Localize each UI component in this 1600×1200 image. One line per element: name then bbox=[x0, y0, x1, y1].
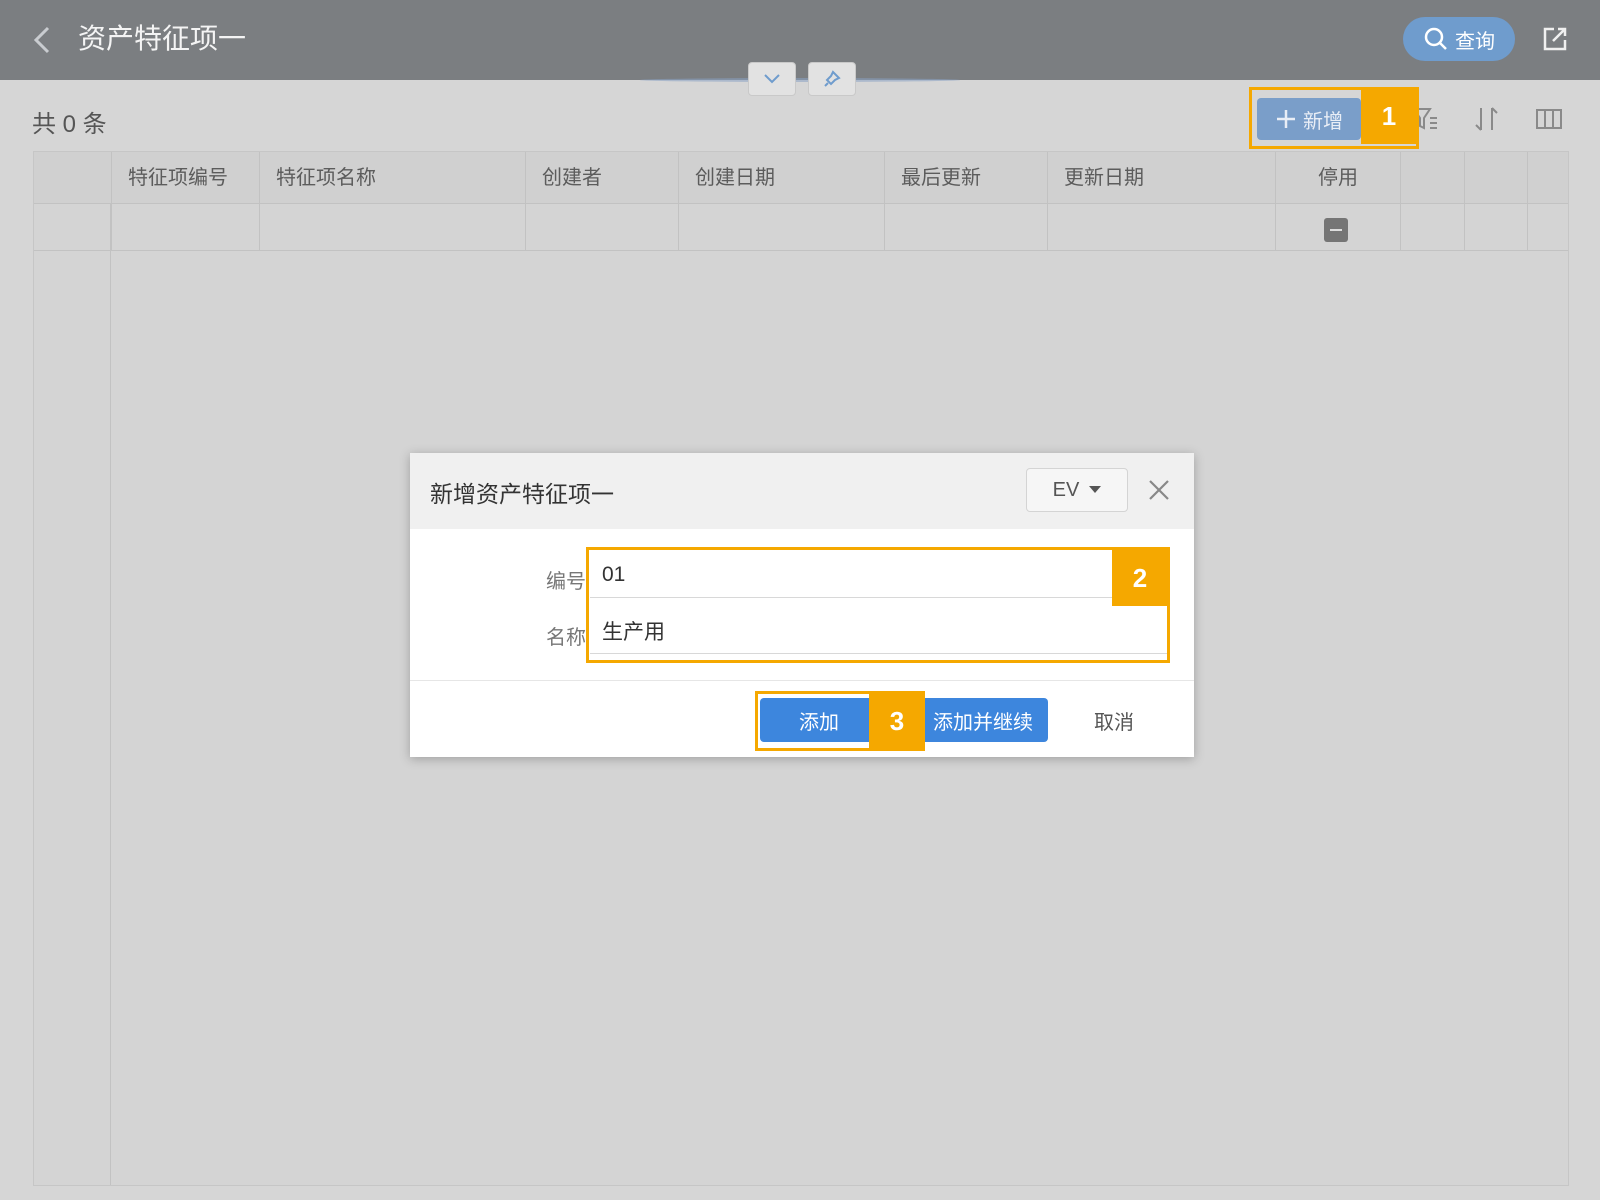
table-row[interactable] bbox=[34, 204, 1568, 251]
table-cell[interactable] bbox=[884, 204, 1047, 251]
column-header[interactable]: 停用 bbox=[1275, 152, 1400, 204]
table-cell[interactable] bbox=[1047, 204, 1275, 251]
back-icon[interactable] bbox=[28, 24, 58, 56]
table-cell bbox=[1400, 204, 1464, 251]
column-header[interactable]: 更新日期 bbox=[1047, 152, 1275, 204]
pin-button[interactable] bbox=[808, 62, 856, 96]
table-cell bbox=[1464, 204, 1527, 251]
collapse-button[interactable] bbox=[748, 62, 796, 96]
add-and-continue-button[interactable]: 添加并继续 bbox=[904, 698, 1048, 742]
callout-badge-2: 2 bbox=[1112, 550, 1168, 606]
pin-icon bbox=[824, 70, 841, 87]
dialog-divider bbox=[410, 680, 1194, 681]
language-select[interactable]: EV bbox=[1026, 468, 1128, 512]
language-value: EV bbox=[1052, 478, 1080, 501]
query-button-label: 查询 bbox=[1455, 30, 1495, 53]
close-icon[interactable] bbox=[1146, 477, 1172, 503]
query-button[interactable]: 查询 bbox=[1403, 17, 1515, 61]
table-header: 特征项编号 特征项名称 创建者 创建日期 最后更新 更新日期 停用 bbox=[34, 152, 1568, 204]
row-number-gutter bbox=[34, 152, 111, 1185]
column-header-empty bbox=[1400, 152, 1464, 204]
table-cell[interactable] bbox=[525, 204, 678, 251]
app-header: 资产特征项一 查询 bbox=[0, 0, 1600, 80]
callout-badge-3: 3 bbox=[869, 693, 925, 749]
callout-box-2 bbox=[586, 547, 1170, 663]
column-header[interactable]: 特征项编号 bbox=[111, 152, 259, 204]
export-icon[interactable] bbox=[1540, 24, 1570, 54]
record-count: 共 0 条 bbox=[32, 111, 107, 138]
page-title: 资产特征项一 bbox=[78, 23, 247, 54]
code-label: 编号 bbox=[546, 571, 586, 593]
table-cell[interactable] bbox=[259, 204, 525, 251]
column-header[interactable]: 最后更新 bbox=[884, 152, 1047, 204]
column-header-empty bbox=[1527, 152, 1568, 204]
dialog-header: 新增资产特征项一 EV bbox=[410, 453, 1194, 529]
disabled-checkbox[interactable] bbox=[1324, 218, 1348, 242]
collapse-line bbox=[640, 78, 960, 82]
column-header[interactable]: 创建日期 bbox=[678, 152, 884, 204]
columns-icon[interactable] bbox=[1534, 104, 1564, 134]
column-header-empty bbox=[1464, 152, 1527, 204]
column-header[interactable]: 创建者 bbox=[525, 152, 678, 204]
sort-icon[interactable] bbox=[1472, 104, 1502, 134]
table-cell[interactable] bbox=[111, 204, 259, 251]
column-header[interactable]: 特征项名称 bbox=[259, 152, 525, 204]
name-label: 名称 bbox=[546, 627, 586, 649]
chevron-down-icon bbox=[764, 74, 780, 84]
dialog-title: 新增资产特征项一 bbox=[430, 481, 614, 507]
callout-badge-1: 1 bbox=[1361, 88, 1417, 144]
cancel-button[interactable]: 取消 bbox=[1070, 698, 1158, 742]
table-cell bbox=[1527, 204, 1568, 251]
caret-down-icon bbox=[1089, 486, 1102, 493]
table-cell[interactable] bbox=[678, 204, 884, 251]
search-icon bbox=[1424, 27, 1447, 50]
